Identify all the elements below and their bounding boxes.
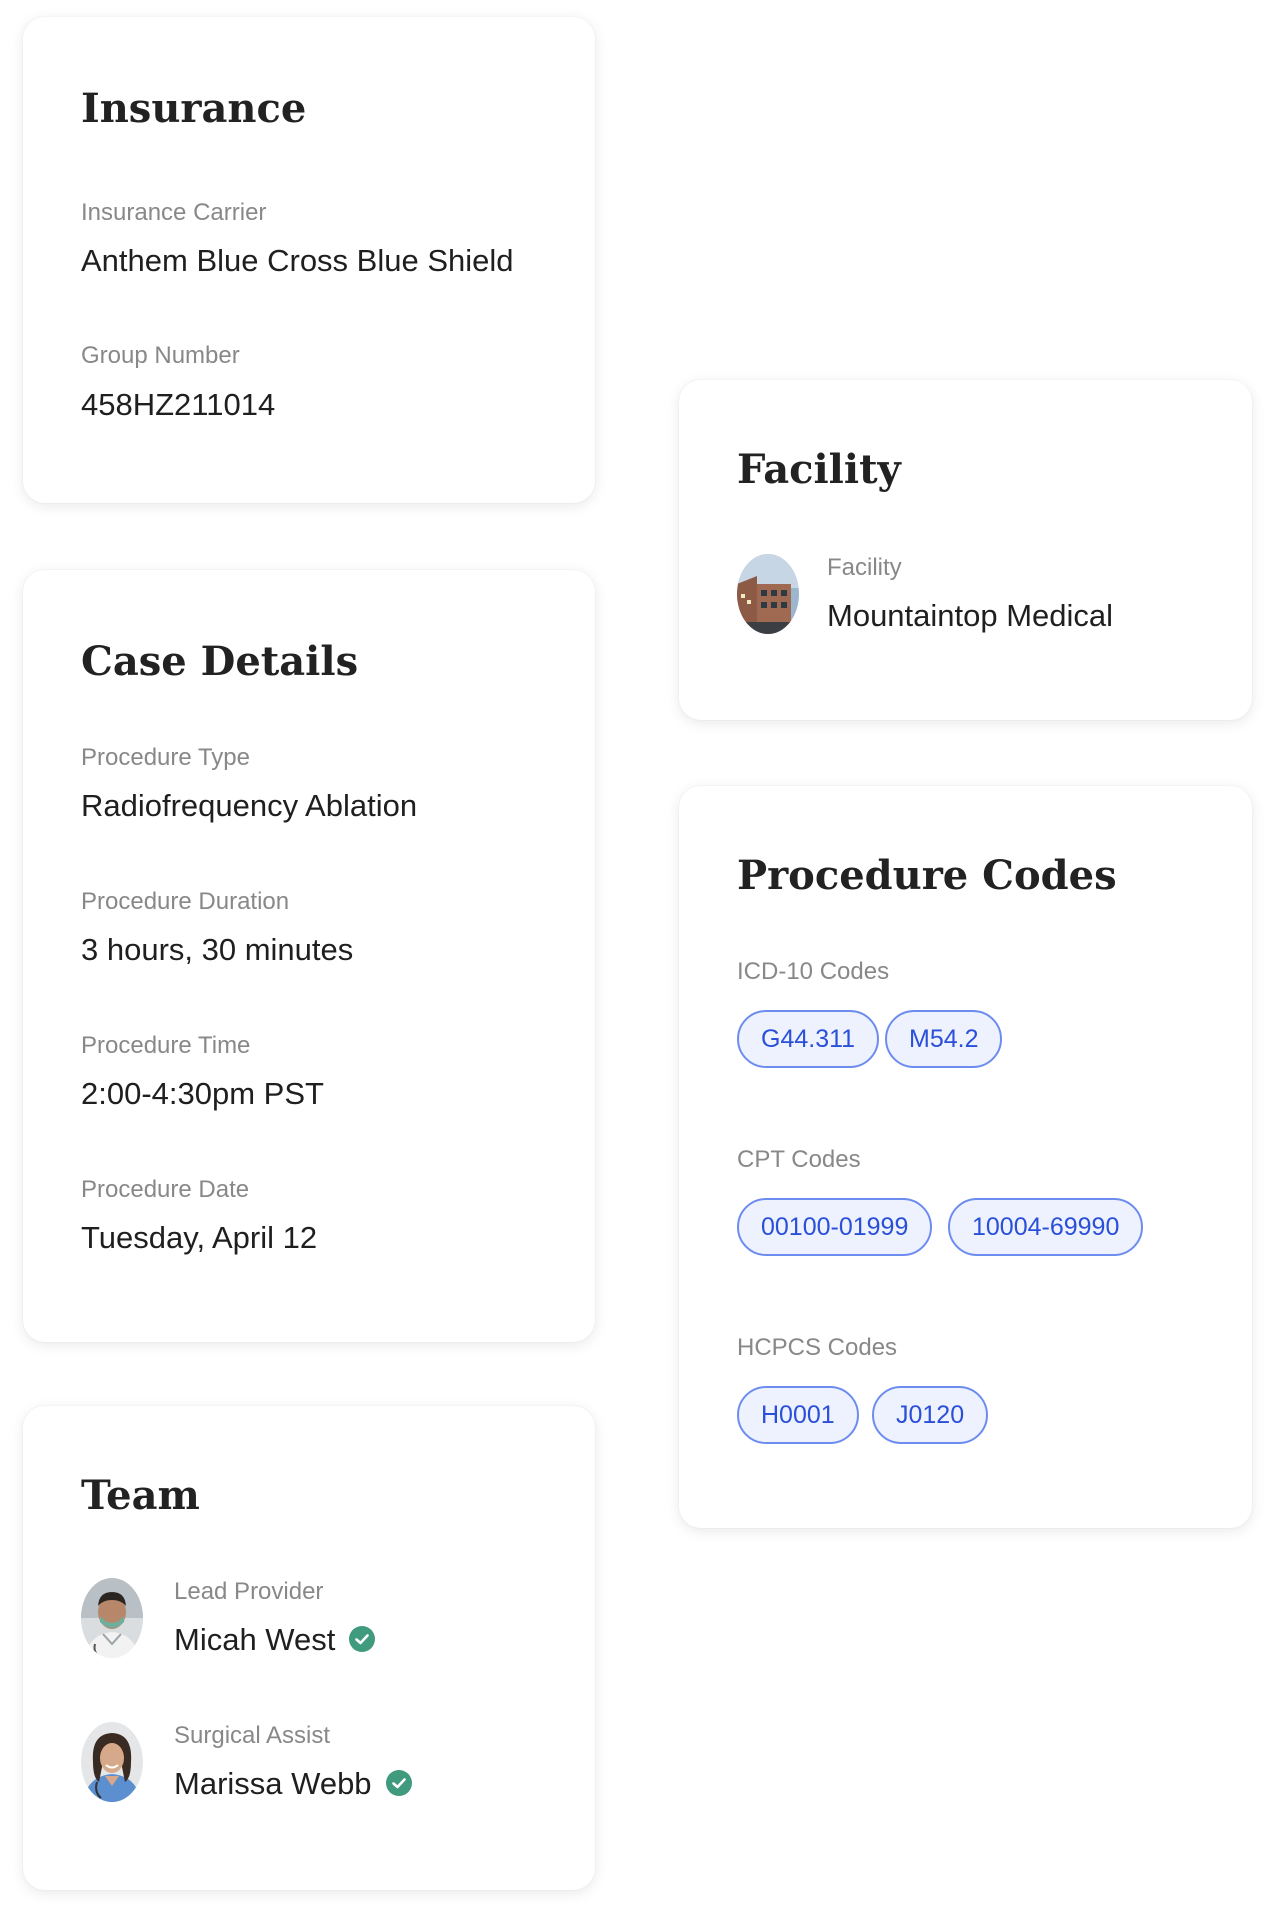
case-details-title: Case Details xyxy=(81,638,359,685)
hcpcs-code-chip[interactable]: H0001 xyxy=(737,1386,859,1444)
facility-card: Facility Facility Mountaintop Medical xyxy=(679,380,1252,720)
lead-provider-row: Micah West xyxy=(174,1622,376,1657)
team-card: Team Lead Provider Micah West Surgical A… xyxy=(23,1406,595,1890)
insurance-card: Insurance Insurance Carrier Anthem Blue … xyxy=(23,17,595,503)
group-number-value: 458HZ211014 xyxy=(81,387,276,422)
procedure-type-value: Radiofrequency Ablation xyxy=(81,788,418,823)
procedure-duration-label: Procedure Duration xyxy=(81,888,290,915)
provider-avatar xyxy=(81,1578,143,1658)
icd10-codes-label: ICD-10 Codes xyxy=(737,958,890,985)
assistant-avatar xyxy=(81,1722,143,1802)
lead-provider-label: Lead Provider xyxy=(174,1578,324,1605)
surgical-assist-name: Marissa Webb xyxy=(174,1766,372,1801)
facility-label: Facility xyxy=(827,554,902,581)
insurance-title: Insurance xyxy=(81,85,307,132)
insurance-carrier-value: Anthem Blue Cross Blue Shield xyxy=(81,243,514,278)
lead-provider-name: Micah West xyxy=(174,1622,336,1657)
assistant-avatar-icon xyxy=(81,1722,143,1802)
verified-check-icon xyxy=(349,1625,376,1652)
group-number-label: Group Number xyxy=(81,342,240,369)
insurance-carrier-label: Insurance Carrier xyxy=(81,199,267,226)
hcpcs-codes-label: HCPCS Codes xyxy=(737,1334,898,1361)
procedure-time-label: Procedure Time xyxy=(81,1032,251,1059)
procedure-date-value: Tuesday, April 12 xyxy=(81,1220,318,1255)
procedure-type-label: Procedure Type xyxy=(81,744,250,771)
cpt-code-chip[interactable]: 00100-01999 xyxy=(737,1198,933,1256)
facility-photo xyxy=(737,554,799,634)
procedure-codes-title: Procedure Codes xyxy=(737,852,1117,899)
procedure-date-label: Procedure Date xyxy=(81,1176,250,1203)
procedure-duration-value: 3 hours, 30 minutes xyxy=(81,932,354,967)
facility-title: Facility xyxy=(737,446,901,493)
facility-name: Mountaintop Medical xyxy=(827,598,1114,633)
surgical-assist-row: Marissa Webb xyxy=(174,1768,412,1799)
procedure-time-value: 2:00-4:30pm PST xyxy=(81,1076,324,1111)
case-details-card: Case Details Procedure Type Radiofrequen… xyxy=(23,570,595,1342)
provider-avatar-icon xyxy=(81,1578,143,1658)
team-title: Team xyxy=(81,1472,200,1519)
cpt-codes-label: CPT Codes xyxy=(737,1146,861,1173)
verified-check-icon xyxy=(385,1769,412,1796)
cpt-code-chip[interactable]: 10004-69990 xyxy=(948,1198,1144,1256)
hcpcs-code-chip[interactable]: J0120 xyxy=(872,1386,989,1444)
icd10-code-chip[interactable]: G44.311 xyxy=(737,1010,880,1068)
procedure-codes-card: Procedure Codes ICD-10 Codes G44.311 M54… xyxy=(679,786,1252,1528)
facility-building-photo-icon xyxy=(737,554,799,634)
icd10-code-chip[interactable]: M54.2 xyxy=(885,1010,1003,1068)
surgical-assist-label: Surgical Assist xyxy=(174,1722,331,1749)
